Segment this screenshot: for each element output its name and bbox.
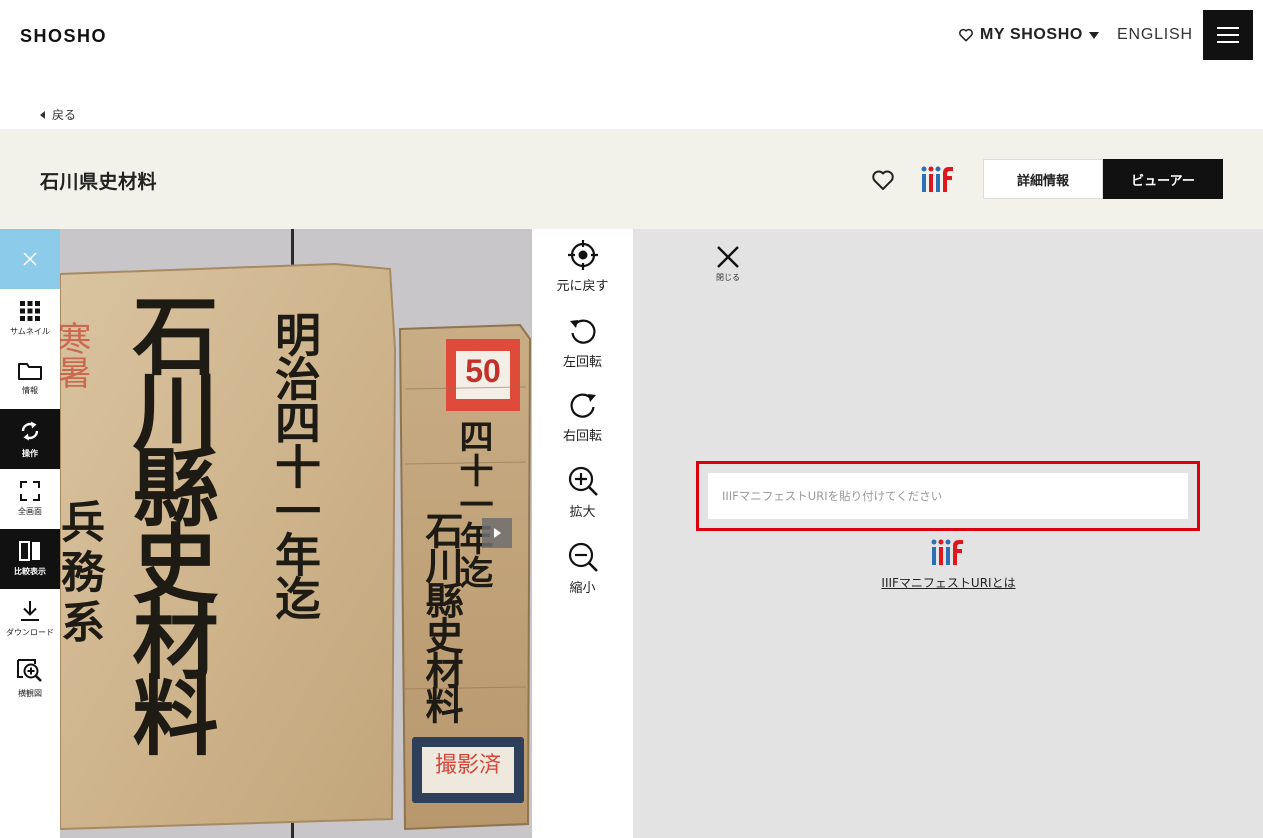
menu-line [1217,34,1239,36]
cover-side-text: 寒暑 [60,321,91,389]
toolbar-download[interactable]: ダウンロード [0,589,60,649]
title-band: 石川県史材料 詳細情報 ビューアー [0,129,1263,229]
site-logo[interactable]: SHOSHO [20,26,107,47]
rotate-right-label: 右回転 [562,429,602,444]
zoom-out-icon [568,542,598,572]
rotate-left-label: 左回転 [562,355,602,370]
hamburger-menu-button[interactable] [1203,10,1253,60]
cover-stamp-text: 撮影済 [434,753,501,778]
site-header: SHOSHO MY SHOSHO ENGLISH [0,0,1263,72]
menu-line [1217,27,1239,29]
toolbar-fullscreen[interactable]: 全画面 [0,469,60,529]
toolbar-close-button[interactable] [0,229,60,289]
toolbar-info[interactable]: 情報 [0,349,60,409]
cover-right-title-text: 石川縣史材料 [419,511,464,721]
next-page-button[interactable] [482,518,512,548]
my-shosho-label: MY SHOSHO [980,26,1083,43]
grid-icon [20,301,40,321]
cover-title-text: 石川縣史材料 [117,291,218,747]
toolbar-fullscreen-label: 全画面 [18,507,42,516]
toolbar-info-label: 情報 [22,386,38,395]
play-arrow-icon [493,528,501,538]
zoom-in-icon [568,466,598,496]
viewer-button[interactable]: ビューアー [1103,159,1223,199]
toolbar-compare[interactable]: 比較表示 [0,529,60,589]
iiif-logo-icon [931,539,963,565]
close-icon [717,246,739,268]
reset-view-label: 元に戻す [556,279,609,294]
zoom-in-button[interactable]: 拡大 [532,465,633,520]
fullscreen-icon [20,481,40,501]
zoom-out-label: 縮小 [569,581,596,596]
back-link[interactable]: 戻る [40,106,76,123]
magnifier-overview-icon [17,659,42,682]
toolbar-operations-label: 操作 [22,449,38,458]
toolbar-download-label: ダウンロード [6,628,54,637]
rotate-arrows-icon [21,421,39,441]
operations-panel: 元に戻す 左回転 右回転 拡大 縮小 [532,229,633,838]
iiif-help-link[interactable]: IIIFマニフェストURIとは [871,574,1026,591]
iiif-logo-icon[interactable] [921,165,955,193]
rotate-right-button[interactable]: 右回転 [532,389,633,444]
manifest-uri-input[interactable] [708,473,1188,519]
close-icon [23,252,37,266]
cover-lower-text: 兵務系 [60,499,104,649]
toolbar-thumbnails-label: サムネイル [10,327,50,336]
rotate-right-icon [570,393,596,418]
rotate-left-button[interactable]: 左回転 [532,315,633,370]
manifest-uri-highlight [696,461,1200,531]
my-shosho-menu[interactable]: MY SHOSHO [958,26,1099,44]
caret-left-icon [40,110,45,119]
compare-panel: 閉じる IIIFマニフェストURIとは [633,229,1263,838]
rotate-left-icon [569,319,595,344]
language-switch[interactable]: ENGLISH [1117,26,1193,44]
cover-number-text: 50 [465,353,501,389]
toolbar-overview[interactable]: 横観図 [0,649,60,709]
toolbar-compare-label: 比較表示 [14,567,46,576]
heart-icon [959,28,973,42]
image-viewer[interactable]: 寒暑 石川縣史材料 明治四十一年迄 兵務系 50 四十一年迄 石川縣史材料 撮影… [60,229,532,838]
cover-date-text: 明治四十一年迄 [268,311,322,619]
compare-icon [19,541,40,561]
back-label: 戻る [52,108,77,122]
toolbar-operations[interactable]: 操作 [0,409,60,469]
favorite-heart-icon[interactable] [871,169,895,191]
detail-info-button[interactable]: 詳細情報 [983,159,1103,199]
zoom-in-label: 拡大 [569,505,596,520]
reset-view-button[interactable]: 元に戻す [532,239,633,294]
caret-down-icon [1088,31,1099,39]
zoom-out-button[interactable]: 縮小 [532,541,633,596]
folder-icon [18,363,42,380]
crosshair-icon [567,240,598,270]
compare-close-button[interactable]: 閉じる [703,245,753,283]
download-icon [21,601,39,621]
toolbar-overview-label: 横観図 [18,689,42,698]
compare-close-label: 閉じる [716,273,740,282]
document-title: 石川県史材料 [40,171,158,193]
toolbar-thumbnails[interactable]: サムネイル [0,289,60,349]
viewer-toolbar: サムネイル 情報 操作 全画面 比較表示 ダウンロード 横観図 [0,229,60,838]
menu-line [1217,41,1239,43]
